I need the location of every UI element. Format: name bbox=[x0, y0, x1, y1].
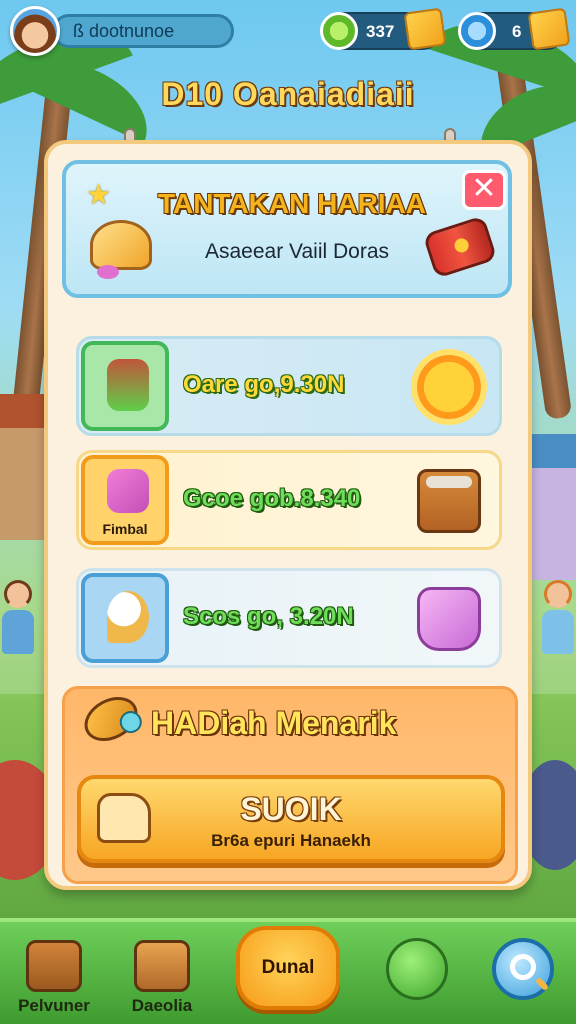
bonus-title: HADiah Menarik bbox=[151, 705, 397, 741]
green-currency-value: 337 bbox=[366, 22, 395, 41]
leaf-gem-icon bbox=[76, 688, 146, 750]
task-2-text: Gcoe gob.8.340 bbox=[183, 485, 361, 512]
task-3-text: Scos go, 3.20N bbox=[183, 603, 354, 630]
task-row-3[interactable]: Scos go, 3.20N bbox=[76, 568, 502, 668]
center-main-button[interactable]: Dunal bbox=[236, 926, 340, 1010]
bell-icon bbox=[90, 220, 152, 279]
box-icon bbox=[134, 940, 190, 992]
blue-coin-icon bbox=[458, 12, 496, 50]
unicorn-toy-icon bbox=[107, 469, 149, 513]
frog-character-icon bbox=[107, 359, 149, 411]
claim-button-subtitle: Br6a epuri Hanaekh bbox=[211, 831, 371, 850]
green-currency-counter[interactable]: 337 bbox=[320, 7, 447, 51]
task-1-text: Oare go,9.30N bbox=[183, 371, 345, 398]
task-row-1[interactable]: Oare go,9.30N bbox=[76, 336, 502, 436]
claim-button-title: SUOIK bbox=[240, 791, 342, 827]
player-name: ß dootnunoe bbox=[73, 21, 175, 41]
gold-cube-icon-2 bbox=[527, 7, 571, 51]
drum-icon bbox=[422, 215, 498, 279]
task-row-2[interactable]: Fimbal Gcoe gob.8.340 bbox=[76, 450, 502, 550]
nav-left-label: Pelvuner bbox=[18, 996, 90, 1015]
sun-reward-icon bbox=[417, 355, 481, 419]
chest-icon bbox=[26, 940, 82, 992]
task-2-tile-label: Fimbal bbox=[102, 521, 148, 537]
screen-title: D10 Oanaiadiaii bbox=[161, 76, 415, 112]
player-name-pill[interactable]: ß dootnunoe bbox=[52, 14, 234, 48]
task-1-tile bbox=[81, 341, 169, 431]
daily-banner: ★ TANTAKAN HARIAA Asaeear Vaiil Doras ✕ bbox=[62, 160, 512, 298]
green-coin-icon bbox=[320, 12, 358, 50]
star-icon: ★ bbox=[86, 179, 112, 210]
kid-right bbox=[540, 580, 576, 660]
crate-reward-icon bbox=[417, 469, 481, 533]
leaf-icon-button[interactable] bbox=[386, 938, 448, 1000]
center-button-label: Dunal bbox=[261, 957, 315, 978]
search-icon-button[interactable] bbox=[492, 938, 554, 1000]
wand-icon bbox=[107, 591, 149, 643]
claim-reward-button[interactable]: SUOIK Br6a epuri Hanaekh bbox=[77, 775, 505, 863]
nav-item-second[interactable]: Daeolia bbox=[122, 940, 202, 1016]
search-icon bbox=[510, 954, 536, 980]
kid-left bbox=[0, 580, 36, 660]
nav-item-left[interactable]: Pelvuner bbox=[14, 940, 94, 1016]
player-avatar[interactable] bbox=[10, 6, 60, 56]
close-button[interactable]: ✕ bbox=[462, 170, 506, 210]
pink-pot-reward-icon bbox=[417, 587, 481, 651]
task-3-tile bbox=[81, 573, 169, 663]
blue-currency-value: 6 bbox=[512, 22, 522, 41]
banner-subtitle: Asaeear Vaiil Doras bbox=[204, 240, 390, 263]
blue-currency-counter[interactable]: 6 bbox=[458, 7, 571, 51]
banner-title: TANTAKAN HARIAA bbox=[157, 188, 427, 219]
top-bar: ß dootnunoe 337 6 bbox=[8, 6, 571, 56]
bonus-section: HADiah Menarik SUOIK Br6a epuri Hanaekh bbox=[62, 686, 518, 884]
gold-cube-icon bbox=[403, 7, 447, 51]
nav-second-label: Daeolia bbox=[131, 996, 193, 1015]
task-2-tile: Fimbal bbox=[81, 455, 169, 545]
